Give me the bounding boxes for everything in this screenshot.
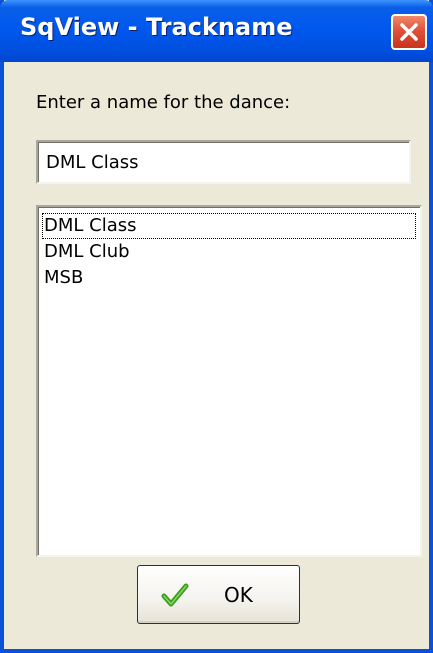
ok-button[interactable]: OK [137,565,300,624]
list-item[interactable]: DML Class [42,213,416,239]
list-item[interactable]: MSB [42,265,416,291]
trackname-dialog: SqView - Trackname Enter a name for the … [0,0,433,653]
checkmark-icon [161,583,189,607]
window-title: SqView - Trackname [20,13,293,41]
close-icon [400,23,418,41]
ok-button-label: OK [224,583,253,607]
dance-name-prompt: Enter a name for the dance: [36,92,291,113]
dance-name-list[interactable]: DML Class DML Club MSB [36,205,422,557]
list-item[interactable]: DML Club [42,239,416,265]
dance-name-input[interactable] [36,140,411,184]
close-button[interactable] [391,14,427,50]
title-bar[interactable]: SqView - Trackname [0,0,433,62]
